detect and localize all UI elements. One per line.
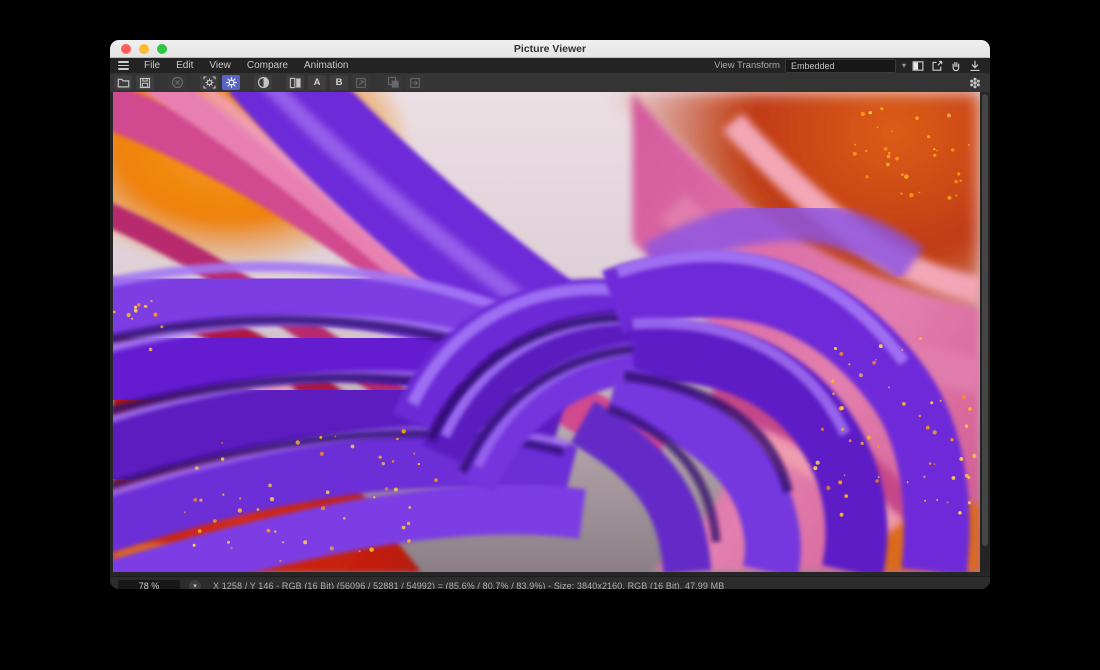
- menu-view[interactable]: View: [201, 58, 239, 73]
- chevron-down-icon: ▾: [193, 582, 197, 590]
- contrast-button[interactable]: [254, 75, 272, 90]
- menu-animation[interactable]: Animation: [296, 58, 356, 73]
- vertical-scrollbar-thumb[interactable]: [982, 94, 988, 546]
- close-circle-icon: [171, 76, 184, 89]
- hamburger-menu-icon[interactable]: [118, 61, 129, 70]
- folder-icon: [117, 77, 130, 89]
- view-transform-select[interactable]: Embedded: [785, 59, 896, 73]
- compare-panels-icon: [289, 77, 302, 89]
- pop-out-icon: [931, 60, 943, 72]
- contrast-half-circle-icon: [257, 76, 270, 89]
- menu-compare[interactable]: Compare: [239, 58, 296, 73]
- toolbar: A B: [110, 73, 990, 92]
- compare-ab-button[interactable]: [286, 75, 304, 90]
- half-filled-square-icon: [912, 60, 924, 72]
- menubar: File Edit View Compare Animation View Tr…: [110, 58, 990, 73]
- image-a-button[interactable]: A: [308, 75, 326, 90]
- menu-edit[interactable]: Edit: [168, 58, 201, 73]
- picture-viewer-window: Picture Viewer File Edit View Compare An…: [110, 40, 990, 589]
- flower-burst-icon: [968, 76, 982, 90]
- zoom-dropdown-button[interactable]: ▾: [189, 580, 201, 590]
- floppy-disk-icon: [139, 77, 151, 89]
- hand-icon: [950, 60, 962, 72]
- menu-file[interactable]: File: [136, 58, 168, 73]
- layout-options-button[interactable]: [966, 75, 990, 90]
- window-title: Picture Viewer: [110, 43, 990, 55]
- open-file-button[interactable]: [114, 75, 132, 90]
- pixel-info-text: X 1258 / Y 146 - RGB (16 Bit) (56096 / 5…: [213, 581, 724, 590]
- desktop: { "window": { "title": "Picture Viewer" …: [0, 0, 1100, 670]
- download-arrow-icon: [969, 60, 981, 72]
- menubar-right-controls: View Transform Embedded ▾: [714, 59, 990, 73]
- view-transform-dropdown-arrow-icon[interactable]: ▾: [902, 61, 906, 70]
- copy-icon: [387, 76, 400, 89]
- duplicate-button: [384, 75, 402, 90]
- render-settings-button[interactable]: [200, 75, 218, 90]
- viewer-row: [110, 92, 990, 572]
- image-b-button[interactable]: B: [330, 75, 348, 90]
- zoom-level-input[interactable]: 78 %: [118, 580, 180, 590]
- gear-icon: [225, 76, 238, 89]
- save-image-button[interactable]: [968, 59, 982, 72]
- save-file-button[interactable]: [136, 75, 154, 90]
- split-compare-button[interactable]: [911, 59, 925, 72]
- swap-icon: [355, 77, 367, 89]
- vertical-scrollbar[interactable]: [980, 92, 990, 572]
- viewer-image: [113, 92, 980, 572]
- image-canvas[interactable]: [113, 92, 980, 572]
- titlebar: Picture Viewer: [110, 40, 990, 58]
- open-in-new-window-button[interactable]: [930, 59, 944, 72]
- filter-settings-button[interactable]: [222, 75, 240, 90]
- pan-tool-button[interactable]: [949, 59, 963, 72]
- export-button: [406, 75, 424, 90]
- statusbar: 78 % ▾ X 1258 / Y 146 - RGB (16 Bit) (56…: [110, 576, 990, 589]
- gear-in-frame-icon: [203, 76, 216, 89]
- swap-ab-button: [352, 75, 370, 90]
- export-arrow-icon: [409, 77, 421, 89]
- view-transform-label: View Transform: [714, 60, 780, 71]
- remove-image-button: [168, 75, 186, 90]
